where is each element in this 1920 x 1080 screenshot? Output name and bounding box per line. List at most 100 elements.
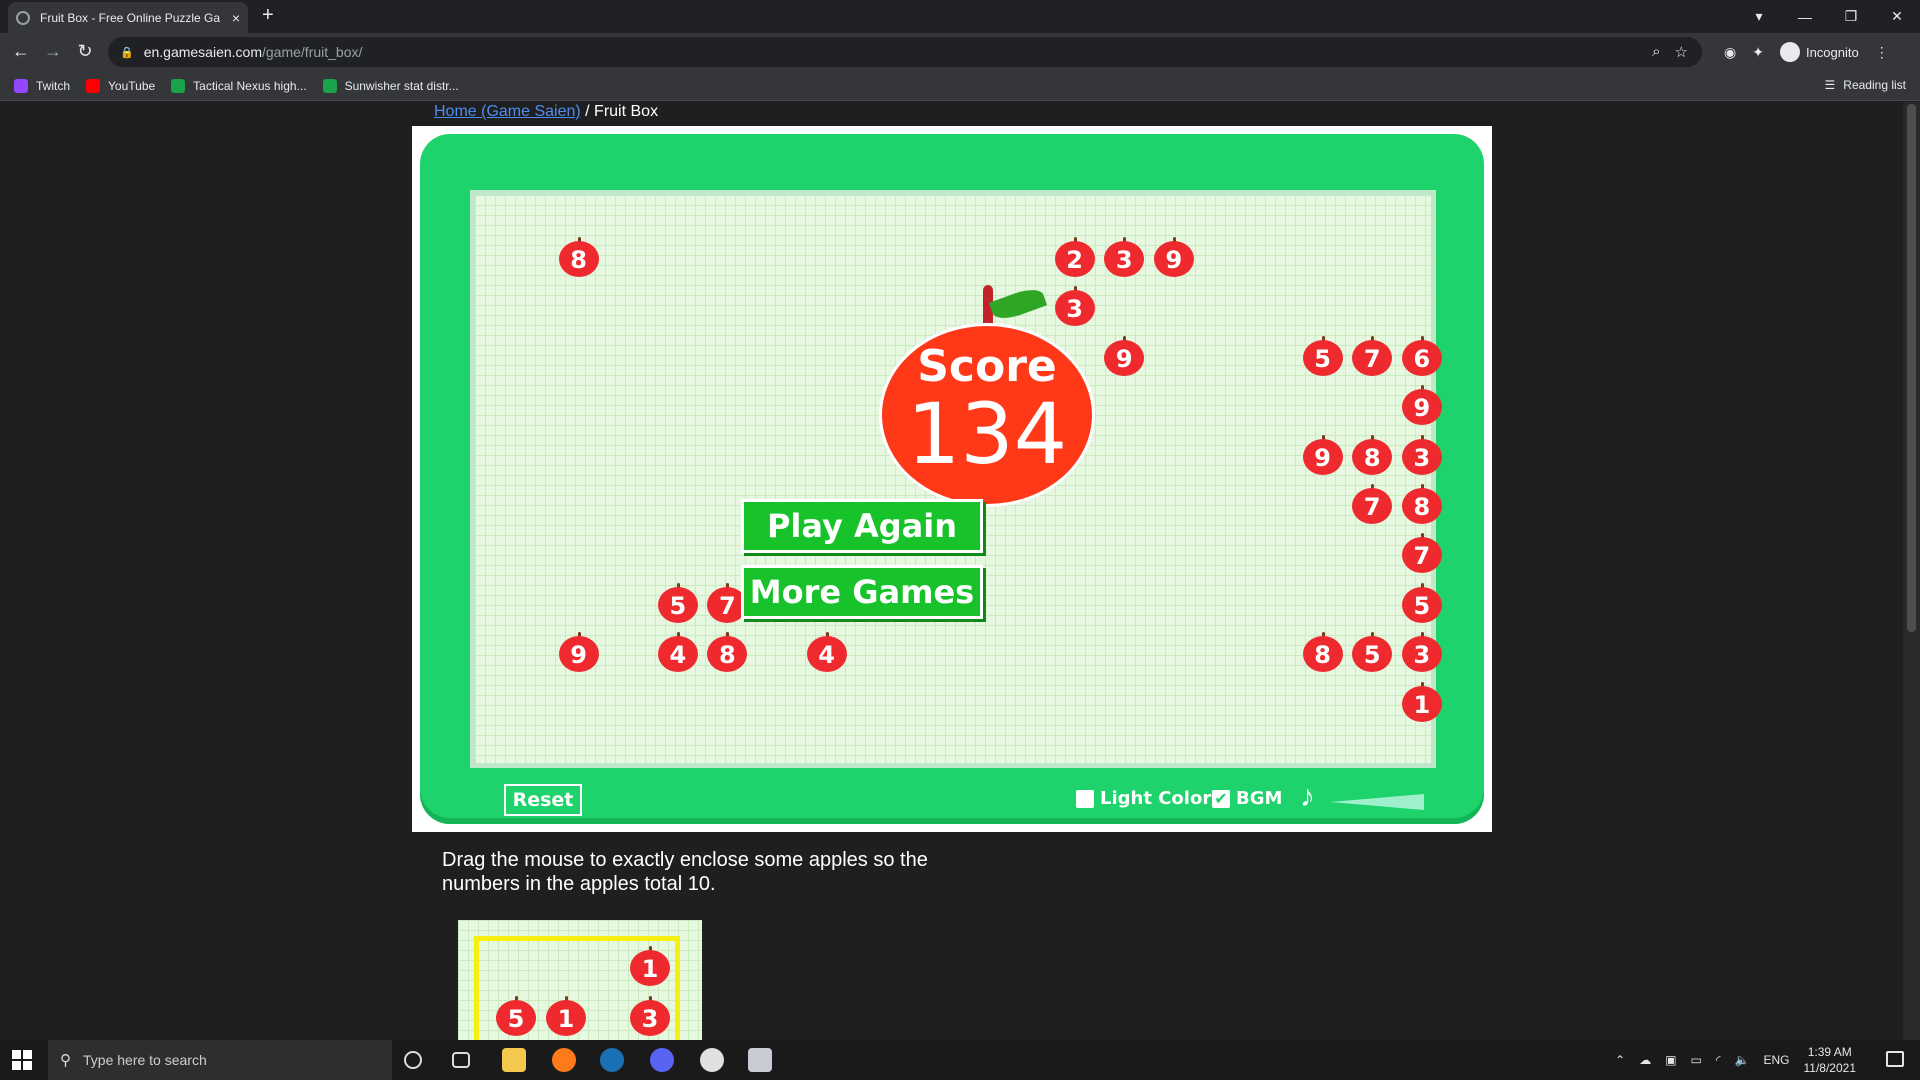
taskbar-search[interactable]: ⚲ Type here to search: [48, 1040, 392, 1080]
chevron-up-icon[interactable]: ⌃: [1615, 1053, 1625, 1067]
youtube-icon: [86, 78, 101, 93]
file-explorer-icon[interactable]: [502, 1048, 526, 1072]
apple-number: 7: [1363, 344, 1381, 373]
apple[interactable]: 8: [707, 632, 748, 673]
apple[interactable]: 9: [1302, 434, 1343, 475]
apple[interactable]: 2: [1054, 237, 1095, 277]
apple[interactable]: 8: [1302, 632, 1343, 673]
apple[interactable]: 3: [1401, 632, 1442, 673]
forward-button[interactable]: →: [42, 41, 64, 62]
apple-number: 4: [818, 641, 835, 670]
apple-number: 9: [1413, 394, 1431, 423]
bookmark-twitch[interactable]: Twitch: [14, 78, 70, 93]
globe-icon: [16, 10, 30, 25]
incognito-glasses-icon[interactable]: ◉: [1724, 44, 1736, 61]
close-tab-icon[interactable]: ×: [232, 10, 240, 26]
close-window-button[interactable]: ✕: [1874, 8, 1920, 25]
demo-apple[interactable]: 1: [546, 996, 586, 1036]
apple[interactable]: 5: [657, 582, 698, 623]
apple[interactable]: 8: [1401, 484, 1442, 524]
clock[interactable]: 1:39 AM 11/8/2021: [1804, 1044, 1857, 1076]
apple[interactable]: 5: [1401, 582, 1442, 623]
reset-button[interactable]: Reset: [504, 784, 582, 816]
demo-apple[interactable]: 3: [630, 996, 670, 1036]
apple[interactable]: 7: [1352, 335, 1393, 376]
chrome-icon[interactable]: [700, 1048, 724, 1072]
breadcrumb: Home (Game Saien) / Fruit Box: [434, 103, 658, 121]
demo-apple[interactable]: 1: [630, 946, 670, 986]
apple[interactable]: 9: [1153, 237, 1194, 277]
battery-icon[interactable]: ▭: [1691, 1053, 1702, 1067]
demo-apple[interactable]: 5: [496, 996, 536, 1036]
apple-number: 9: [1115, 344, 1133, 373]
play-again-button[interactable]: Play Again: [741, 499, 983, 553]
toolbar-right: ◉ ✦ Incognito ⋮: [1724, 42, 1889, 62]
back-button[interactable]: ←: [10, 41, 32, 62]
apple[interactable]: 9: [1104, 335, 1145, 376]
game-board[interactable]: 823939576998378757594848531 Score 134 Pl…: [470, 190, 1442, 768]
page-scrollbar[interactable]: [1903, 102, 1920, 1040]
discord-icon[interactable]: [650, 1048, 674, 1072]
scrollbar-thumb[interactable]: [1907, 104, 1916, 632]
apple-number: 1: [641, 955, 659, 983]
apple[interactable]: 8: [558, 237, 599, 277]
light-colors-toggle[interactable]: Light Colors: [1076, 788, 1222, 809]
bgm-checkbox[interactable]: ✔: [1212, 789, 1230, 808]
wifi-icon[interactable]: ◜: [1716, 1053, 1721, 1067]
apple[interactable]: 8: [1352, 434, 1393, 475]
bookmark-star-icon[interactable]: ☆: [1675, 43, 1688, 61]
cortana-icon[interactable]: [404, 1051, 422, 1069]
breadcrumb-home-link[interactable]: Home (Game Saien): [434, 103, 581, 120]
reading-list-button[interactable]: ☰ Reading list: [1825, 78, 1906, 92]
lock-icon[interactable]: 🔒: [120, 46, 134, 59]
apple[interactable]: 7: [1352, 484, 1393, 524]
network-icon[interactable]: ▣: [1665, 1053, 1676, 1067]
address-bar[interactable]: 🔒 en.gamesaien.com/game/fruit_box/ ⌕ ☆: [108, 37, 1702, 67]
apple[interactable]: 4: [806, 632, 847, 673]
apple[interactable]: 3: [1401, 434, 1442, 475]
notification-icon[interactable]: [1886, 1051, 1904, 1067]
more-games-button[interactable]: More Games: [741, 565, 983, 619]
incognito-profile[interactable]: Incognito: [1779, 42, 1859, 62]
apple[interactable]: 9: [1401, 385, 1442, 426]
apple-number: 5: [1413, 591, 1431, 620]
apple[interactable]: 9: [558, 632, 599, 673]
taskbar: ⚲ Type here to search ⌃ ☁ ▣ ▭ ◜ 🔈 ENG 1:…: [0, 1040, 1920, 1080]
apple[interactable]: 3: [1104, 237, 1145, 277]
apple-number: 8: [1363, 443, 1381, 472]
restore-button[interactable]: ❐: [1828, 8, 1874, 25]
firefox-icon[interactable]: [552, 1048, 576, 1072]
volume-icon[interactable]: 🔈: [1735, 1053, 1750, 1067]
bgm-toggle[interactable]: ✔ BGM: [1212, 788, 1282, 809]
light-colors-checkbox[interactable]: [1076, 789, 1094, 808]
bookmark-youtube[interactable]: YouTube: [86, 78, 155, 93]
clock-time: 1:39 AM: [1807, 1045, 1852, 1059]
apple[interactable]: 7: [1401, 533, 1442, 574]
apple[interactable]: 1: [1401, 681, 1442, 722]
menu-icon[interactable]: ⋮: [1875, 44, 1889, 61]
tab-search-icon[interactable]: ▾: [1736, 8, 1782, 25]
volume-slider[interactable]: [1330, 794, 1424, 810]
extensions-icon[interactable]: ✦: [1752, 44, 1764, 61]
apple-number: 7: [1363, 493, 1381, 521]
onedrive-icon[interactable]: ☁: [1639, 1053, 1651, 1067]
bookmark-sunwisher[interactable]: Sunwisher stat distr...: [322, 78, 459, 93]
apple[interactable]: 3: [1054, 286, 1095, 327]
demo-image: 1513: [458, 920, 702, 1040]
zoom-icon[interactable]: ⌕: [1652, 43, 1660, 61]
bookmark-tactical-nexus[interactable]: Tactical Nexus high...: [171, 78, 307, 93]
minimize-button[interactable]: —: [1782, 9, 1828, 25]
language-indicator[interactable]: ENG: [1763, 1053, 1789, 1067]
app-icon[interactable]: [748, 1048, 772, 1072]
reload-button[interactable]: ↻: [74, 41, 96, 62]
apple[interactable]: 5: [1352, 632, 1393, 673]
apple[interactable]: 6: [1401, 335, 1442, 376]
windows-start-icon[interactable]: [12, 1050, 32, 1070]
apple[interactable]: 5: [1302, 335, 1343, 376]
apple-number: 8: [719, 641, 736, 670]
browser-tab[interactable]: Fruit Box - Free Online Puzzle Ga ×: [8, 2, 248, 33]
steam-icon[interactable]: [600, 1048, 624, 1072]
task-view-icon[interactable]: [452, 1052, 470, 1068]
new-tab-button[interactable]: +: [262, 4, 274, 27]
apple[interactable]: 4: [657, 632, 698, 673]
